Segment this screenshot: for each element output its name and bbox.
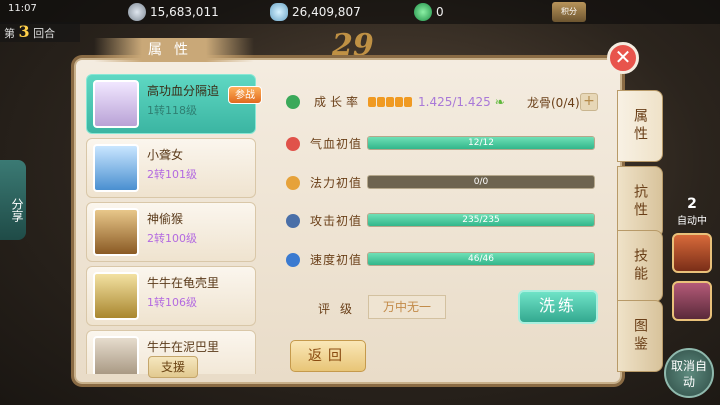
battle-tag: 参战 [228,86,262,104]
gem-icon[interactable] [414,3,432,21]
gem-currency: 0 [414,3,444,21]
stat-row-mp: 法力初值 [286,174,362,191]
dragon-bone-label: 龙骨(0/4) [527,96,580,110]
hp-bar: 12/12 [367,136,595,150]
pip [404,96,413,107]
gold-currency: 26,409,807 [270,3,361,21]
back-button[interactable]: 返回 [290,340,366,372]
add-dragon-bone-button[interactable]: + [580,93,598,111]
tab-skills[interactable]: 技能 [617,230,663,302]
round-prefix: 第 [4,27,15,40]
tab-attributes[interactable]: 属性 [617,90,663,162]
mana-icon [286,175,300,190]
status-time: 11:07 [8,3,37,14]
silver-coin-icon [128,3,146,21]
wash-button[interactable]: 洗练 [518,290,598,324]
round-number: 3 [18,22,30,41]
speed-bar: 46/46 [367,252,595,266]
sword-icon [286,213,300,228]
heart-icon [286,136,300,151]
growth-pips [368,96,413,107]
attack-value: 235/235 [462,215,500,225]
character-name: 牛牛在泥巴里 [147,340,220,354]
growth-label: 成长率 [314,95,363,109]
avatar [93,336,139,374]
cancel-auto-button[interactable]: 取消自动 [664,348,714,398]
support-button[interactable]: 支援 [148,356,198,378]
stat-label: 攻击初值 [310,214,363,228]
stat-label: 气血初值 [310,137,363,151]
ingot-icon [270,3,288,21]
skill-slot[interactable] [672,281,712,321]
character-name: 高功血分隔追 [147,84,220,98]
auto-label: 自动中 [677,216,707,227]
rating-value: 万中无一 [368,295,446,319]
round-suffix: 回合 [33,27,56,40]
auto-count: 2 [687,196,697,212]
stat-label: 速度初值 [310,253,363,267]
leaf-icon [286,94,300,109]
attack-bar: 235/235 [367,213,595,227]
stat-row-attack: 攻击初值 [286,212,362,229]
stat-row-speed: 速度初值 [286,251,362,268]
pip [368,96,377,107]
character-item-2[interactable]: 神偷猴 2转100级 [86,202,256,262]
growth-row: 成长率 1.425/1.425 ❧ [286,93,505,110]
hp-value: 12/12 [468,138,494,148]
growth-leaf-icon: ❧ [494,94,505,109]
pip [377,96,386,107]
pip [386,96,395,107]
round-counter: 第 3 回合 [0,22,80,42]
character-level: 2转100级 [147,232,197,245]
mp-bar: 0/0 [367,175,595,189]
auto-status: 2 自动中 [668,196,716,321]
avatar [93,208,139,256]
top-bar: 11:07 15,683,011 26,409,807 0 积分 [0,0,720,24]
character-level: 2转101级 [147,168,197,181]
silver-currency: 15,683,011 [128,3,219,21]
character-level: 1转106级 [147,296,197,309]
speed-value: 46/46 [468,254,494,264]
skill-slot[interactable] [672,233,712,273]
tab-resistance[interactable]: 抗性 [617,166,663,238]
pip [395,96,404,107]
gold-amount: 26,409,807 [292,5,361,19]
gem-amount: 0 [436,5,444,19]
character-name: 小聋女 [147,148,184,162]
character-name: 神偷猴 [147,212,184,226]
stat-row-hp: 气血初值 [286,135,362,152]
mp-value: 0/0 [473,177,489,187]
panel-title: 属性 [94,38,254,62]
character-list: 高功血分隔追 1转118级 小聋女 2转101级 神偷猴 2转100级 牛牛在龟… [86,74,260,374]
character-name: 牛牛在龟壳里 [147,276,220,290]
avatar [93,272,139,320]
stat-label: 法力初值 [310,176,363,190]
points-button[interactable]: 积分 [552,2,586,22]
tab-codex[interactable]: 图鉴 [617,300,663,372]
character-item-0[interactable]: 高功血分隔追 1转118级 [86,74,256,134]
silver-amount: 15,683,011 [150,5,219,19]
rating-label: 评级 [318,302,363,316]
character-level: 1转118级 [147,104,197,117]
avatar [93,80,139,128]
avatar [93,144,139,192]
character-item-1[interactable]: 小聋女 2转101级 [86,138,256,198]
character-item-3[interactable]: 牛牛在龟壳里 1转106级 [86,266,256,326]
share-button[interactable]: 分享 [0,160,26,240]
growth-value: 1.425/1.425 [418,94,491,109]
speed-icon [286,252,300,267]
close-icon[interactable]: ✕ [607,42,639,74]
